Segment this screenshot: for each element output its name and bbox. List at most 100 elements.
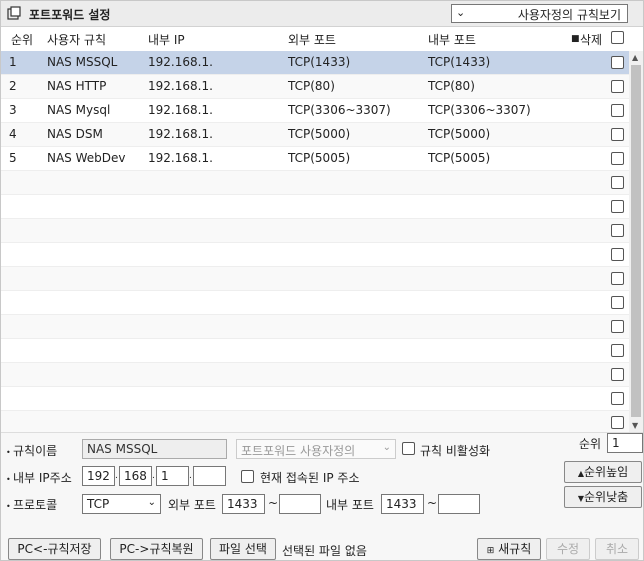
- cell-ip: 192.168.1.: [148, 79, 213, 93]
- rule-name-input[interactable]: NAS MSSQL: [82, 439, 227, 459]
- ip-octet-1[interactable]: 192: [82, 466, 115, 486]
- table-row[interactable]: 3 NAS Mysql 192.168.1. TCP(3306~3307) TCP(33…: [1, 99, 629, 123]
- row-delete-checkbox[interactable]: [611, 296, 624, 309]
- ip-octet-3[interactable]: 1: [156, 466, 189, 486]
- table-row[interactable]: 4 NAS DSM 192.168.1. TCP(5000) TCP(5000): [1, 123, 629, 147]
- table-row: [1, 195, 629, 219]
- disable-rule-checkbox[interactable]: [402, 442, 415, 455]
- row-delete-checkbox[interactable]: [611, 392, 624, 405]
- new-rule-button[interactable]: ⊞ 새규칙: [477, 538, 541, 560]
- ext-port-label: 외부 포트: [168, 498, 216, 512]
- cell-int: TCP(5000): [428, 127, 491, 141]
- cell-ext: TCP(5005): [288, 151, 351, 165]
- scrollbar[interactable]: ▲ ▼: [629, 51, 643, 432]
- port-forward-window: 포트포워드 설정 ⌄ 사용자정의 규칙보기 순위 사용자 규칙 내부 IP 외부…: [0, 0, 644, 561]
- protocol-select-value: TCP: [87, 497, 110, 511]
- file-select-button[interactable]: 파일 선택: [210, 538, 276, 560]
- header-ext-port: 외부 포트: [288, 33, 336, 47]
- cell-rule: NAS WebDev: [47, 151, 126, 165]
- ip-label: 내부 IP주소: [13, 471, 72, 485]
- cell-ext: TCP(3306~3307): [288, 103, 391, 117]
- rule-name-label: 규칙이름: [13, 444, 58, 458]
- row-delete-checkbox[interactable]: [611, 368, 624, 381]
- header-delete: 삭제: [580, 33, 603, 47]
- row-delete-checkbox[interactable]: [611, 224, 624, 237]
- ip-dot: .: [189, 471, 192, 481]
- scroll-up-icon[interactable]: ▲: [632, 53, 638, 62]
- scroll-down-icon[interactable]: ▼: [632, 421, 638, 430]
- title-bar: 포트포워드 설정 ⌄ 사용자정의 규칙보기: [1, 1, 643, 27]
- row-delete-checkbox[interactable]: [611, 128, 624, 141]
- ip-octet-2[interactable]: 168: [119, 466, 152, 486]
- int-port-from-input[interactable]: 1433: [381, 494, 424, 514]
- view-select[interactable]: ⌄ 사용자정의 규칙보기: [451, 4, 628, 23]
- restore-from-pc-button[interactable]: PC->규칙복원: [110, 538, 203, 560]
- table-row[interactable]: 2 NAS HTTP 192.168.1. TCP(80) TCP(80): [1, 75, 629, 99]
- cell-ip: 192.168.1.: [148, 127, 213, 141]
- select-all-checkbox[interactable]: [611, 31, 624, 44]
- cell-ip: 192.168.1.: [148, 151, 213, 165]
- ip-dot: .: [152, 471, 155, 481]
- rank-input[interactable]: 1: [607, 433, 643, 453]
- rule-form: • 규칙이름 NAS MSSQL 포트포워드 사용자정의 ⌄ 규칙 비활성화 순…: [1, 432, 643, 560]
- cell-rank: 1: [9, 55, 17, 69]
- row-delete-checkbox[interactable]: [611, 272, 624, 285]
- view-select-value: 사용자정의 규칙보기: [517, 8, 621, 22]
- window-icon: [7, 6, 21, 20]
- table-row: [1, 411, 629, 432]
- chevron-down-icon: ⌄: [147, 497, 156, 508]
- row-delete-checkbox[interactable]: [611, 104, 624, 117]
- table-header: 순위 사용자 규칙 내부 IP 외부 포트 내부 포트 ■ 삭제: [1, 27, 643, 51]
- cell-rule: NAS Mysql: [47, 103, 111, 117]
- table-row: [1, 315, 629, 339]
- page-title: 포트포워드 설정: [29, 8, 111, 22]
- rule-table: 순위 사용자 규칙 내부 IP 외부 포트 내부 포트 ■ 삭제 1 NAS MS…: [1, 27, 643, 432]
- table-row: [1, 243, 629, 267]
- row-delete-checkbox[interactable]: [611, 248, 624, 261]
- save-to-pc-button[interactable]: PC<-규칙저장: [8, 538, 101, 560]
- row-delete-checkbox[interactable]: [611, 56, 624, 69]
- table-row: [1, 339, 629, 363]
- cell-ip: 192.168.1.: [148, 103, 213, 117]
- int-port-tilde: ~: [427, 496, 438, 510]
- custom-rule-select[interactable]: 포트포워드 사용자정의 ⌄: [236, 439, 396, 459]
- scroll-thumb[interactable]: [631, 65, 641, 417]
- rank-down-button[interactable]: ▼순위낮춤: [564, 486, 642, 508]
- cell-int: TCP(1433): [428, 55, 491, 69]
- cell-ext: TCP(80): [288, 79, 335, 93]
- modify-button[interactable]: 수정: [546, 538, 590, 560]
- protocol-select[interactable]: TCP ⌄: [82, 494, 161, 514]
- cell-int: TCP(5005): [428, 151, 491, 165]
- header-int-port: 내부 포트: [428, 33, 476, 47]
- row-delete-checkbox[interactable]: [611, 320, 624, 333]
- cell-int: TCP(80): [428, 79, 475, 93]
- ext-port-from-input[interactable]: 1433: [222, 494, 265, 514]
- table-row[interactable]: 5 NAS WebDev 192.168.1. TCP(5005) TCP(5005): [1, 147, 629, 171]
- cancel-button[interactable]: 취소: [595, 538, 639, 560]
- int-port-label: 내부 포트: [326, 498, 374, 512]
- cell-rank: 2: [9, 79, 17, 93]
- cell-rule: NAS DSM: [47, 127, 103, 141]
- table-row[interactable]: 1 NAS MSSQL 192.168.1. TCP(1433) TCP(1433): [1, 51, 629, 75]
- rank-up-button[interactable]: ▲순위높임: [564, 461, 642, 483]
- header-ip: 내부 IP: [148, 33, 185, 47]
- table-row: [1, 363, 629, 387]
- row-delete-checkbox[interactable]: [611, 200, 624, 213]
- row-delete-checkbox[interactable]: [611, 176, 624, 189]
- protocol-label: 프로토콜: [13, 498, 58, 512]
- cell-rule: NAS HTTP: [47, 79, 107, 93]
- cell-ext: TCP(5000): [288, 127, 351, 141]
- cell-ip: 192.168.1.: [148, 55, 213, 69]
- row-delete-checkbox[interactable]: [611, 80, 624, 93]
- int-port-to-input[interactable]: [438, 494, 480, 514]
- ext-port-to-input[interactable]: [279, 494, 321, 514]
- ip-dot: .: [115, 471, 118, 481]
- current-ip-checkbox[interactable]: [241, 470, 254, 483]
- cell-rank: 3: [9, 103, 17, 117]
- row-delete-checkbox[interactable]: [611, 416, 624, 429]
- cell-rank: 4: [9, 127, 17, 141]
- row-delete-checkbox[interactable]: [611, 152, 624, 165]
- row-delete-checkbox[interactable]: [611, 344, 624, 357]
- ip-octet-4[interactable]: [193, 466, 226, 486]
- bullet-icon: •: [6, 475, 11, 484]
